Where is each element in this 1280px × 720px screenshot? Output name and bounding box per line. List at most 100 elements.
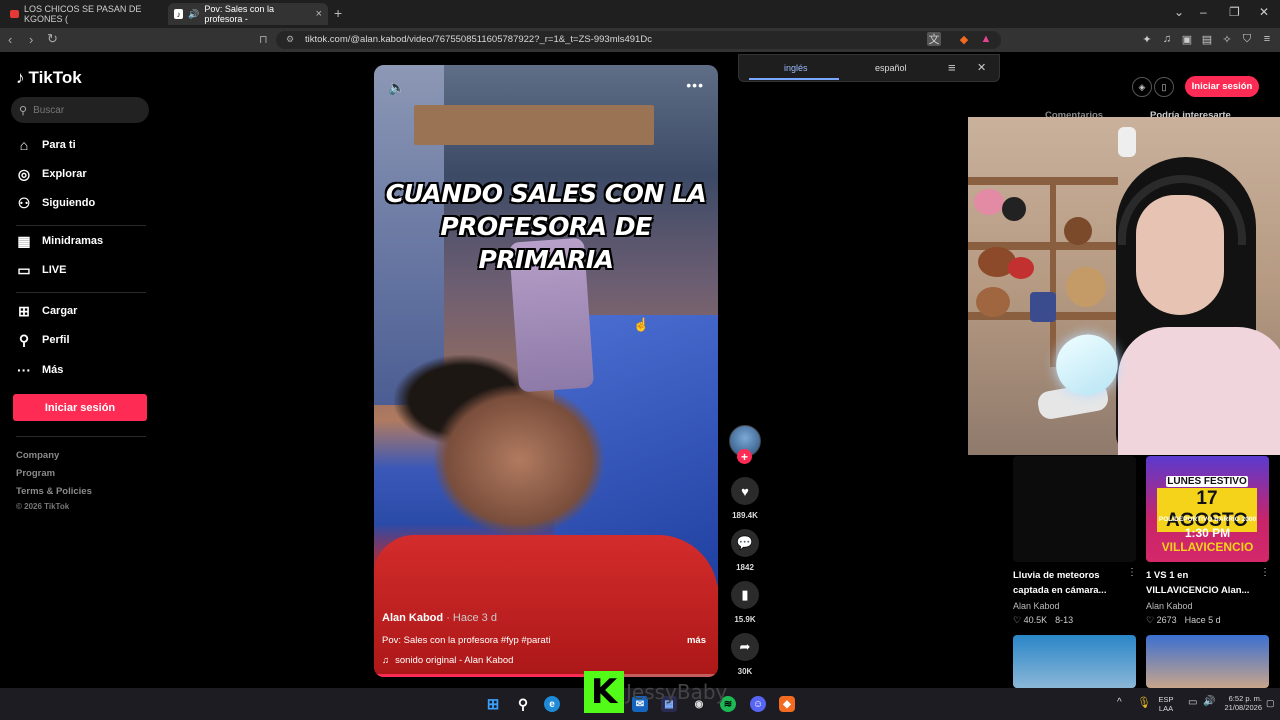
menu-icon[interactable]: ≡ bbox=[1260, 32, 1274, 46]
comment-button[interactable]: 💬 bbox=[731, 529, 759, 557]
taskbar-search-icon[interactable]: ⚲ bbox=[515, 696, 531, 712]
nav-minidramas[interactable]: ▦ Minidramas bbox=[16, 233, 103, 249]
footer-link-terms[interactable]: Terms & Policies bbox=[16, 486, 92, 497]
streamer-name: JessyBaby bbox=[626, 680, 728, 704]
forward-icon[interactable]: › bbox=[29, 32, 33, 47]
more-icon: ··· bbox=[17, 362, 31, 378]
bookmark-icon[interactable]: ⊓ bbox=[259, 33, 268, 46]
browser-tab-tiktok[interactable]: ♪ 🔊 Pov: Sales con la profesora - × bbox=[168, 3, 328, 25]
language-indicator[interactable]: ESP LAA bbox=[1156, 695, 1176, 713]
follow-plus-icon[interactable]: + bbox=[737, 449, 752, 464]
header-login-button[interactable]: Iniciar sesión bbox=[1185, 76, 1259, 97]
footer-link-program[interactable]: Program bbox=[16, 468, 55, 479]
rec-video-title[interactable]: Lluvia de meteoros captada en cámara... bbox=[1013, 568, 1106, 598]
plush-toy bbox=[1008, 257, 1034, 279]
author-name: Alan Kabod bbox=[382, 612, 444, 624]
nav-live[interactable]: ▭ LIVE bbox=[16, 262, 66, 278]
discord-icon[interactable]: ☺ bbox=[750, 696, 766, 712]
leo-icon[interactable]: ✧ bbox=[1220, 32, 1234, 46]
rec-more-icon[interactable]: ⋮ bbox=[1260, 567, 1270, 578]
plush-toy bbox=[1002, 197, 1026, 221]
tab-title: Pov: Sales con la profesora - bbox=[204, 4, 274, 24]
rec-video-title[interactable]: 1 VS 1 en VILLAVICENCIO Alan... bbox=[1146, 568, 1249, 598]
live-icon: ▭ bbox=[17, 261, 31, 278]
vpn-icon[interactable]: ⛉ bbox=[1240, 32, 1254, 46]
notifications-icon[interactable]: ▢ bbox=[1266, 698, 1275, 709]
translate-icon[interactable]: 文 bbox=[927, 32, 941, 46]
translate-tab-indicator bbox=[749, 78, 839, 80]
extensions-icon[interactable]: ✦ bbox=[1140, 32, 1154, 46]
coins-icon[interactable]: ◈ bbox=[1132, 77, 1152, 97]
nav-siguiendo[interactable]: ⚇ Siguiendo bbox=[16, 195, 95, 211]
close-tab-icon[interactable]: × bbox=[316, 8, 322, 20]
like-button[interactable]: ♥ bbox=[731, 477, 759, 505]
rec-title-line: captada en cámara... bbox=[1013, 585, 1107, 596]
mobile-icon[interactable]: ▯ bbox=[1154, 77, 1174, 97]
video-author[interactable]: Alan Kabod · Hace 3 d bbox=[382, 612, 497, 624]
tiktok-logo[interactable]: ♪ TikTok bbox=[16, 68, 82, 88]
rec-author[interactable]: Alan Kabod bbox=[1146, 601, 1193, 611]
url-text[interactable]: tiktok.com/@alan.kabod/video/76755085116… bbox=[305, 34, 652, 45]
media-icon[interactable]: ♫ bbox=[1160, 32, 1174, 46]
microphone-tray-icon[interactable]: 🎙 bbox=[1137, 696, 1151, 709]
translate-close-icon[interactable]: ✕ bbox=[977, 61, 986, 74]
minimize-icon[interactable]: – bbox=[1200, 5, 1207, 19]
bookmark-icon: ▮ bbox=[741, 587, 749, 602]
translate-target-tab[interactable]: español bbox=[875, 63, 907, 73]
more-options-icon[interactable]: ••• bbox=[686, 77, 704, 93]
nav-perfil[interactable]: ⚲ Perfil bbox=[16, 332, 70, 348]
translate-source-tab[interactable]: inglés bbox=[784, 63, 808, 73]
speaker-icon: 🔊 bbox=[188, 8, 200, 19]
rec-video-thumbnail[interactable]: LUNES FESTIVO 17 AGOSTO POLIDEPORTIVO BA… bbox=[1146, 456, 1269, 562]
wallet-icon[interactable]: ▤ bbox=[1200, 32, 1214, 46]
video-sound[interactable]: ♫ sonido original - Alan Kabod bbox=[382, 655, 513, 666]
maximize-icon[interactable]: ❐ bbox=[1229, 5, 1240, 19]
network-icon[interactable]: ▭ bbox=[1188, 697, 1197, 708]
nav-explorar[interactable]: ◎ Explorar bbox=[16, 166, 87, 182]
back-icon[interactable]: ‹ bbox=[8, 32, 12, 47]
rec-title-line: Lluvia de meteoros bbox=[1013, 570, 1100, 581]
translate-menu-icon[interactable]: ≡ bbox=[948, 60, 956, 75]
search-input[interactable]: ⚲ Buscar bbox=[11, 97, 149, 123]
volume-icon[interactable]: 🔈 bbox=[388, 79, 405, 96]
edge-icon[interactable]: e bbox=[544, 696, 560, 712]
rec-video-thumbnail[interactable] bbox=[1146, 635, 1269, 688]
see-more-link[interactable]: más bbox=[687, 635, 706, 646]
shelf bbox=[1050, 177, 1056, 367]
rec-video-thumbnail[interactable] bbox=[1013, 456, 1136, 562]
tab-search-icon[interactable]: ⌄ bbox=[1174, 5, 1184, 19]
footer-link-company[interactable]: Company bbox=[16, 450, 59, 461]
video-progress-bar[interactable] bbox=[374, 674, 718, 677]
rec-more-icon[interactable]: ⋮ bbox=[1127, 567, 1137, 578]
login-button[interactable]: Iniciar sesión bbox=[13, 394, 147, 421]
reload-icon[interactable]: ↻ bbox=[47, 31, 58, 47]
clock[interactable]: 6:52 p. m. 21/08/2026 bbox=[1218, 694, 1262, 712]
browser-tab-youtube[interactable]: LOS CHICOS SE PASAN DE KGONES ( bbox=[4, 3, 164, 25]
rec-author[interactable]: Alan Kabod bbox=[1013, 601, 1060, 611]
brave-icon[interactable]: ◆ bbox=[779, 696, 795, 712]
nav-label: Minidramas bbox=[42, 235, 104, 247]
nav-para-ti[interactable]: ⌂ Para ti bbox=[16, 137, 76, 153]
windows-start-icon[interactable]: ⊞ bbox=[485, 696, 501, 713]
new-tab-icon[interactable]: + bbox=[334, 5, 342, 21]
sidebar-icon[interactable]: ▣ bbox=[1180, 32, 1194, 46]
upload-icon: ⊞ bbox=[18, 302, 30, 319]
share-button[interactable]: ➦ bbox=[731, 633, 759, 661]
volume-tray-icon[interactable]: 🔊 bbox=[1203, 696, 1215, 707]
brave-rewards-icon[interactable]: ▲ bbox=[979, 32, 993, 46]
save-count: 15.9K bbox=[734, 615, 756, 624]
save-button[interactable]: ▮ bbox=[731, 581, 759, 609]
rec-video-thumbnail[interactable] bbox=[1013, 635, 1136, 688]
close-window-icon[interactable]: ✕ bbox=[1259, 5, 1269, 19]
streamer-webcam bbox=[968, 117, 1280, 455]
video-player[interactable]: CUANDO SALES CON LA PROFESORA DE PRIMARI… bbox=[374, 65, 718, 677]
nav-mas[interactable]: ··· Más bbox=[16, 362, 63, 378]
decoration bbox=[1118, 127, 1136, 157]
tray-expand-icon[interactable]: ^ bbox=[1117, 697, 1122, 708]
rec-likes: ♡ 2673 bbox=[1146, 615, 1177, 626]
nav-label: Siguiendo bbox=[42, 197, 96, 209]
site-info-icon[interactable]: ⚙ bbox=[286, 34, 294, 45]
heart-outline-icon: ♡ bbox=[1146, 615, 1155, 625]
nav-cargar[interactable]: ⊞ Cargar bbox=[16, 303, 77, 319]
brave-shield-icon[interactable]: ◆ bbox=[957, 32, 971, 46]
